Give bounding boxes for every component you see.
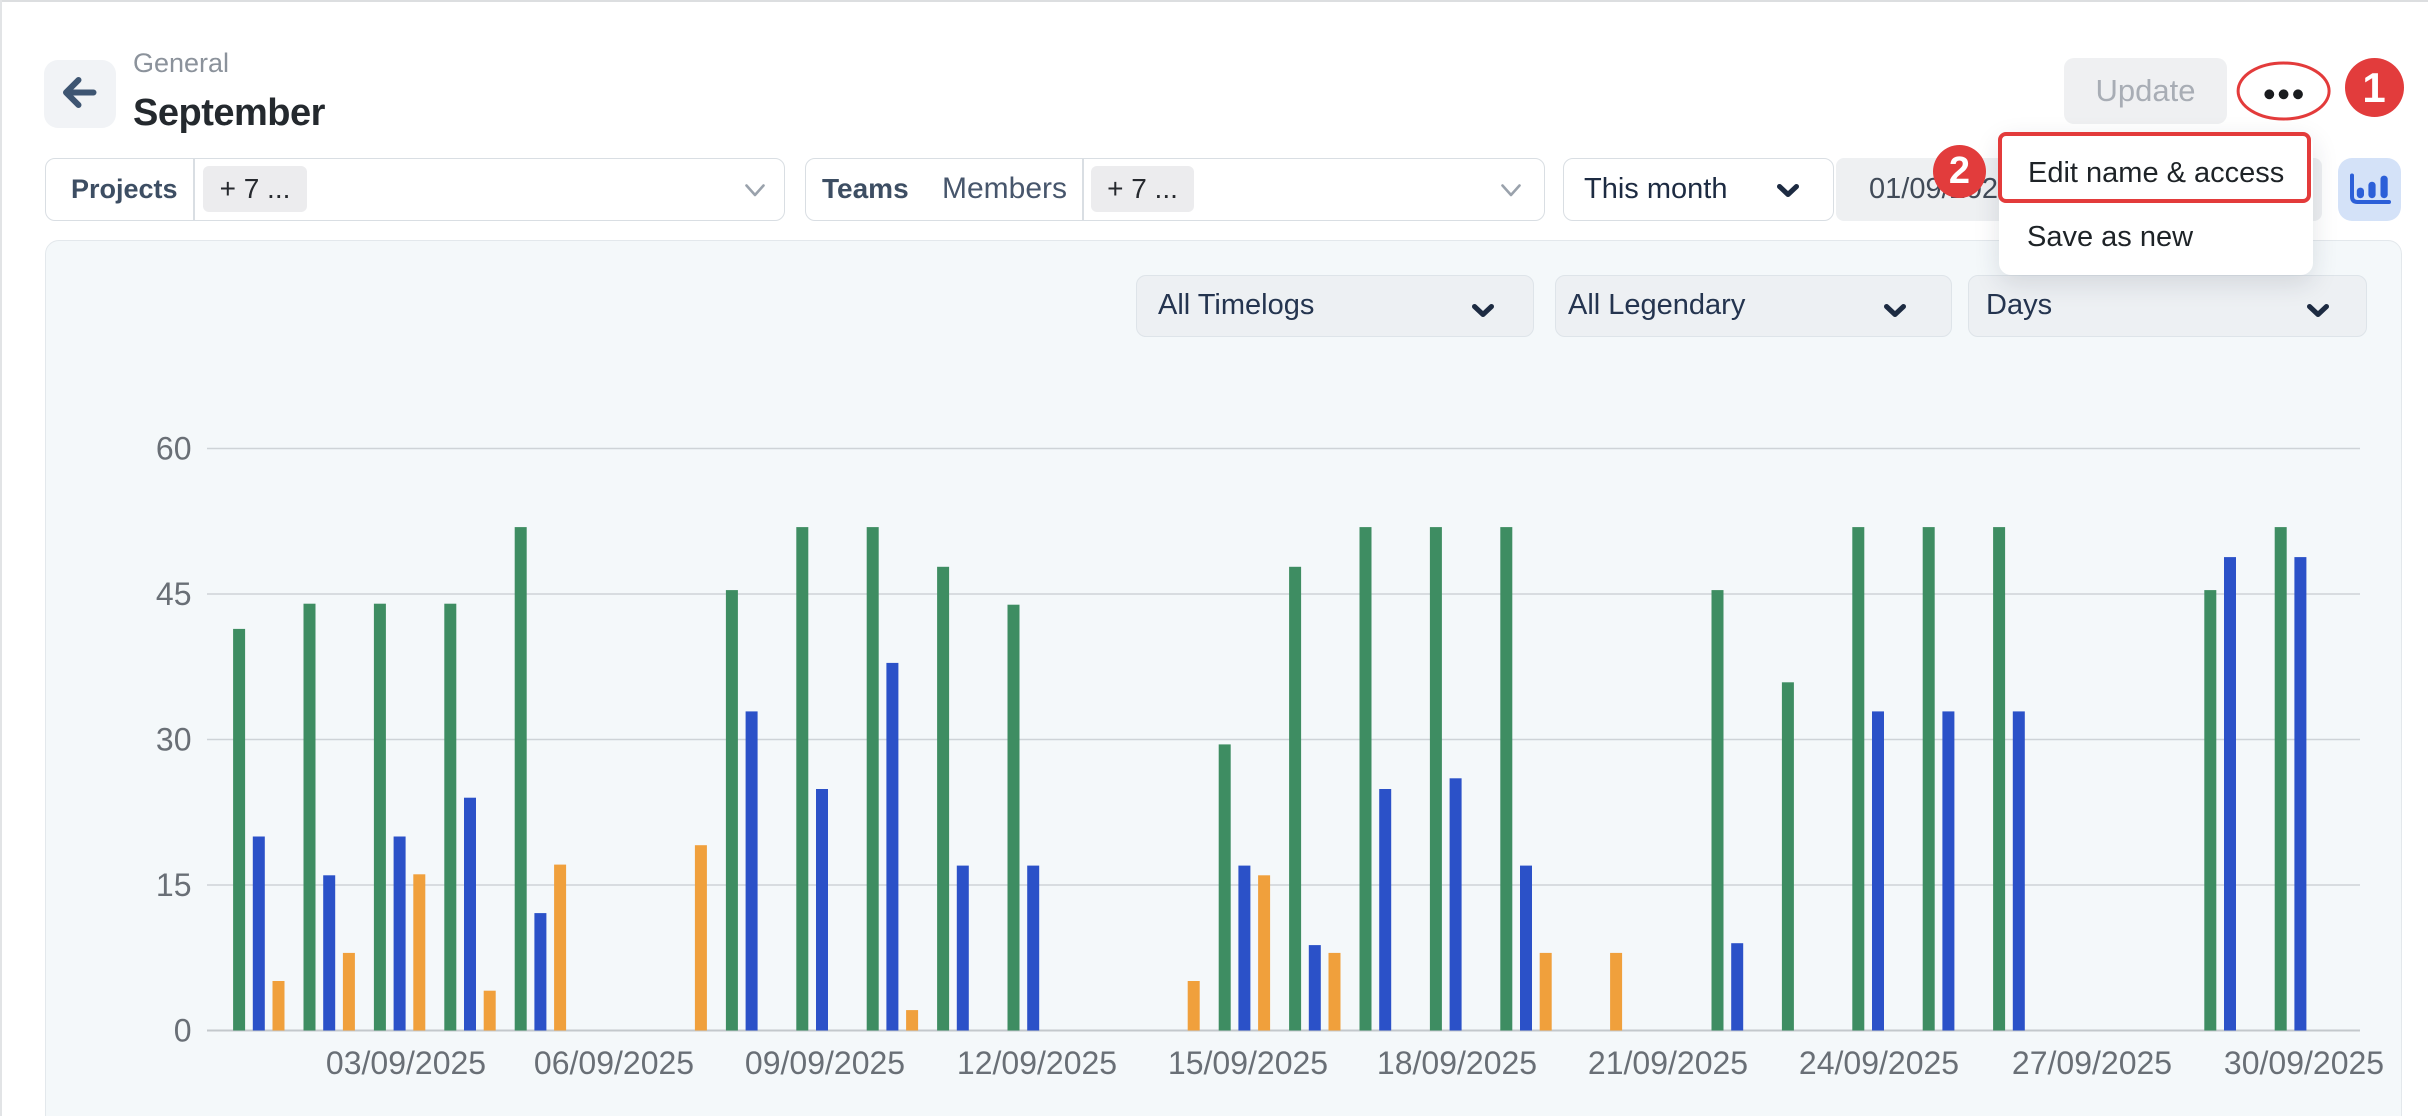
svg-text:12/09/2025: 12/09/2025 xyxy=(957,1045,1117,1081)
svg-text:30/09/2025: 30/09/2025 xyxy=(2224,1045,2384,1081)
svg-text:60: 60 xyxy=(156,431,192,467)
svg-text:18/09/2025: 18/09/2025 xyxy=(1377,1045,1537,1081)
svg-text:27/09/2025: 27/09/2025 xyxy=(2012,1045,2172,1081)
svg-text:21/09/2025: 21/09/2025 xyxy=(1588,1045,1748,1081)
svg-text:06/09/2025: 06/09/2025 xyxy=(534,1045,694,1081)
svg-text:24/09/2025: 24/09/2025 xyxy=(1799,1045,1959,1081)
svg-text:0: 0 xyxy=(174,1013,192,1049)
svg-text:30: 30 xyxy=(156,722,192,758)
svg-text:09/09/2025: 09/09/2025 xyxy=(745,1045,905,1081)
svg-text:03/09/2025: 03/09/2025 xyxy=(326,1045,486,1081)
svg-text:15: 15 xyxy=(156,867,192,903)
svg-text:45: 45 xyxy=(156,576,192,612)
svg-text:15/09/2025: 15/09/2025 xyxy=(1168,1045,1328,1081)
